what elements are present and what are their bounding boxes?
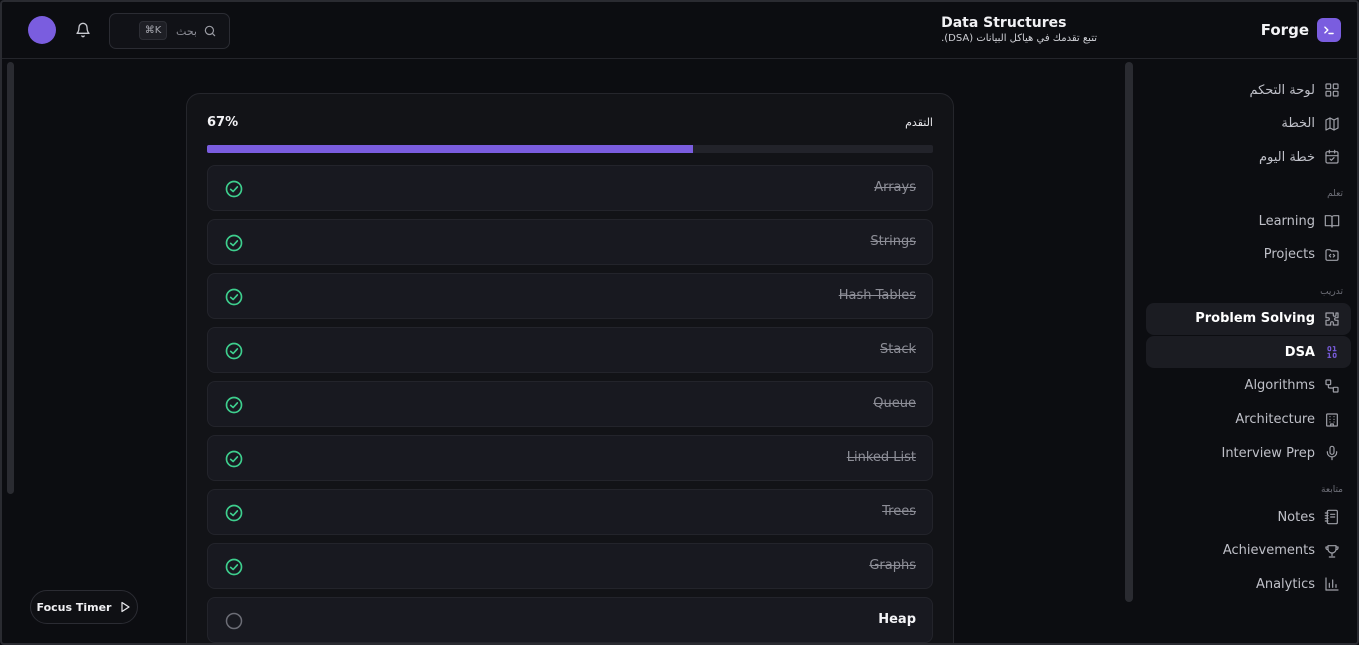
book-icon [1324, 213, 1340, 229]
page-subtitle: تتبع تقدمك في هياكل البيانات (DSA). [941, 33, 1097, 44]
check-circle-icon[interactable] [224, 287, 244, 307]
check-circle-icon[interactable] [224, 179, 244, 199]
search-shortcut: ⌘K [139, 21, 167, 40]
play-icon [119, 601, 131, 613]
sidebar-item-binary[interactable]: DSA [1146, 336, 1351, 369]
brand-name: Forge [1260, 21, 1309, 39]
topic-name: Trees [882, 504, 916, 519]
sidebar-item-label: Projects [1263, 247, 1315, 263]
topic-name: Heap [878, 612, 916, 627]
sidebar-section-label: تعلم [1327, 189, 1343, 200]
empty-circle-icon[interactable] [224, 611, 244, 631]
topic-row[interactable]: Stack [207, 327, 933, 373]
search-placeholder: بحث [176, 24, 197, 38]
search-icon [203, 24, 217, 38]
app-window: ⌘K بحث Data Structures تتبع تقدمك في هيا… [0, 0, 1359, 645]
sidebar-item-label: DSA [1284, 344, 1315, 360]
sidebar-item-book[interactable]: Learning [1146, 205, 1351, 237]
topic-row[interactable]: Heap [207, 597, 933, 643]
sidebar-item-calendar-check[interactable]: خطة اليوم [1146, 141, 1351, 173]
terminal-logo-icon [1317, 18, 1341, 42]
topic-row[interactable]: Queue [207, 381, 933, 427]
progress-label: التقدم [905, 116, 933, 129]
progress-value: 67% [207, 115, 239, 130]
sidebar-item-puzzle[interactable]: Problem Solving [1146, 302, 1351, 335]
sidebar-item-label: الخطة [1281, 116, 1315, 132]
topic-name: Stack [880, 342, 916, 357]
progress-bar [207, 145, 933, 153]
sidebar-item-building[interactable]: Architecture [1146, 404, 1351, 436]
sidebar-item-trophy[interactable]: Achievements [1146, 535, 1351, 567]
topic-row[interactable]: Arrays [207, 165, 933, 211]
binary-icon [1324, 344, 1340, 360]
avatar[interactable] [28, 16, 56, 44]
sidebar-item-label: Learning [1258, 213, 1315, 229]
map-icon [1324, 116, 1340, 132]
top-header: ⌘K بحث Data Structures تتبع تقدمك في هيا… [2, 2, 1357, 59]
topic-row[interactable]: Hash Tables [207, 273, 933, 319]
page-title-block: Data Structures تتبع تقدمك في هياكل البي… [941, 15, 1097, 44]
progress-bar-fill [207, 145, 694, 153]
check-circle-icon[interactable] [224, 557, 244, 577]
brand[interactable]: Forge [1261, 18, 1341, 42]
bar-chart-icon [1324, 576, 1340, 592]
puzzle-icon [1324, 311, 1340, 327]
building-icon [1324, 412, 1340, 428]
topic-row[interactable]: Trees [207, 489, 933, 535]
trophy-icon [1324, 543, 1340, 559]
check-circle-icon[interactable] [224, 233, 244, 253]
topic-name: Strings [870, 234, 916, 249]
dashboard-icon [1324, 82, 1340, 98]
check-circle-icon[interactable] [224, 395, 244, 415]
sidebar-item-label: لوحة التحكم [1249, 82, 1315, 98]
sidebar-item-label: Architecture [1235, 412, 1315, 428]
topic-name: Linked List [846, 450, 916, 465]
topic-row[interactable]: Graphs [207, 543, 933, 589]
topic-row[interactable]: Linked List [207, 435, 933, 481]
sidebar: لوحة التحكم الخطة خطة اليوم تعلم Learning Pro… [1146, 74, 1351, 602]
sidebar-item-mic[interactable]: Interview Prep [1146, 437, 1351, 469]
left-scrollbar[interactable] [7, 62, 14, 494]
sidebar-item-folder-code[interactable]: Projects [1146, 239, 1351, 271]
notebook-icon [1324, 509, 1340, 525]
topic-row[interactable]: Strings [207, 219, 933, 265]
topic-list: Arrays Strings Hash Tables Stack Queue Linked… [207, 165, 933, 643]
sidebar-item-label: Notes [1277, 509, 1315, 525]
sidebar-section-label: متابعة [1321, 485, 1343, 496]
focus-timer-button[interactable]: Focus Timer [30, 590, 138, 624]
focus-timer-label: Focus Timer [36, 600, 112, 614]
sidebar-item-notebook[interactable]: Notes [1146, 501, 1351, 533]
sidebar-item-map[interactable]: الخطة [1146, 108, 1351, 140]
mic-icon [1324, 445, 1340, 461]
topic-name: Hash Tables [838, 288, 916, 303]
calendar-check-icon [1324, 149, 1340, 165]
flow-icon [1324, 378, 1340, 394]
topic-name: Queue [873, 396, 916, 411]
sidebar-item-label: Analytics [1255, 576, 1315, 592]
folder-code-icon [1324, 247, 1340, 263]
check-circle-icon[interactable] [224, 503, 244, 523]
topic-name: Graphs [869, 558, 916, 573]
sidebar-item-label: خطة اليوم [1258, 149, 1315, 165]
topic-name: Arrays [874, 180, 916, 195]
main-scrollbar[interactable] [1125, 62, 1133, 602]
sidebar-section-label: تدريب [1320, 286, 1343, 297]
sidebar-item-label: Problem Solving [1195, 311, 1315, 327]
bell-icon[interactable] [74, 21, 92, 39]
sidebar-item-flow[interactable]: Algorithms [1146, 370, 1351, 402]
sidebar-item-label: Achievements [1222, 543, 1315, 559]
progress-card: التقدم 67% Arrays Strings Hash Tables Stack… [186, 93, 954, 643]
sidebar-item-label: Algorithms [1244, 378, 1315, 394]
check-circle-icon[interactable] [224, 341, 244, 361]
page-title: Data Structures [941, 15, 1067, 31]
sidebar-item-bar-chart[interactable]: Analytics [1146, 568, 1351, 600]
sidebar-item-dashboard[interactable]: لوحة التحكم [1146, 74, 1351, 106]
check-circle-icon[interactable] [224, 449, 244, 469]
sidebar-item-label: Interview Prep [1221, 445, 1315, 461]
search-box[interactable]: ⌘K بحث [109, 13, 230, 49]
